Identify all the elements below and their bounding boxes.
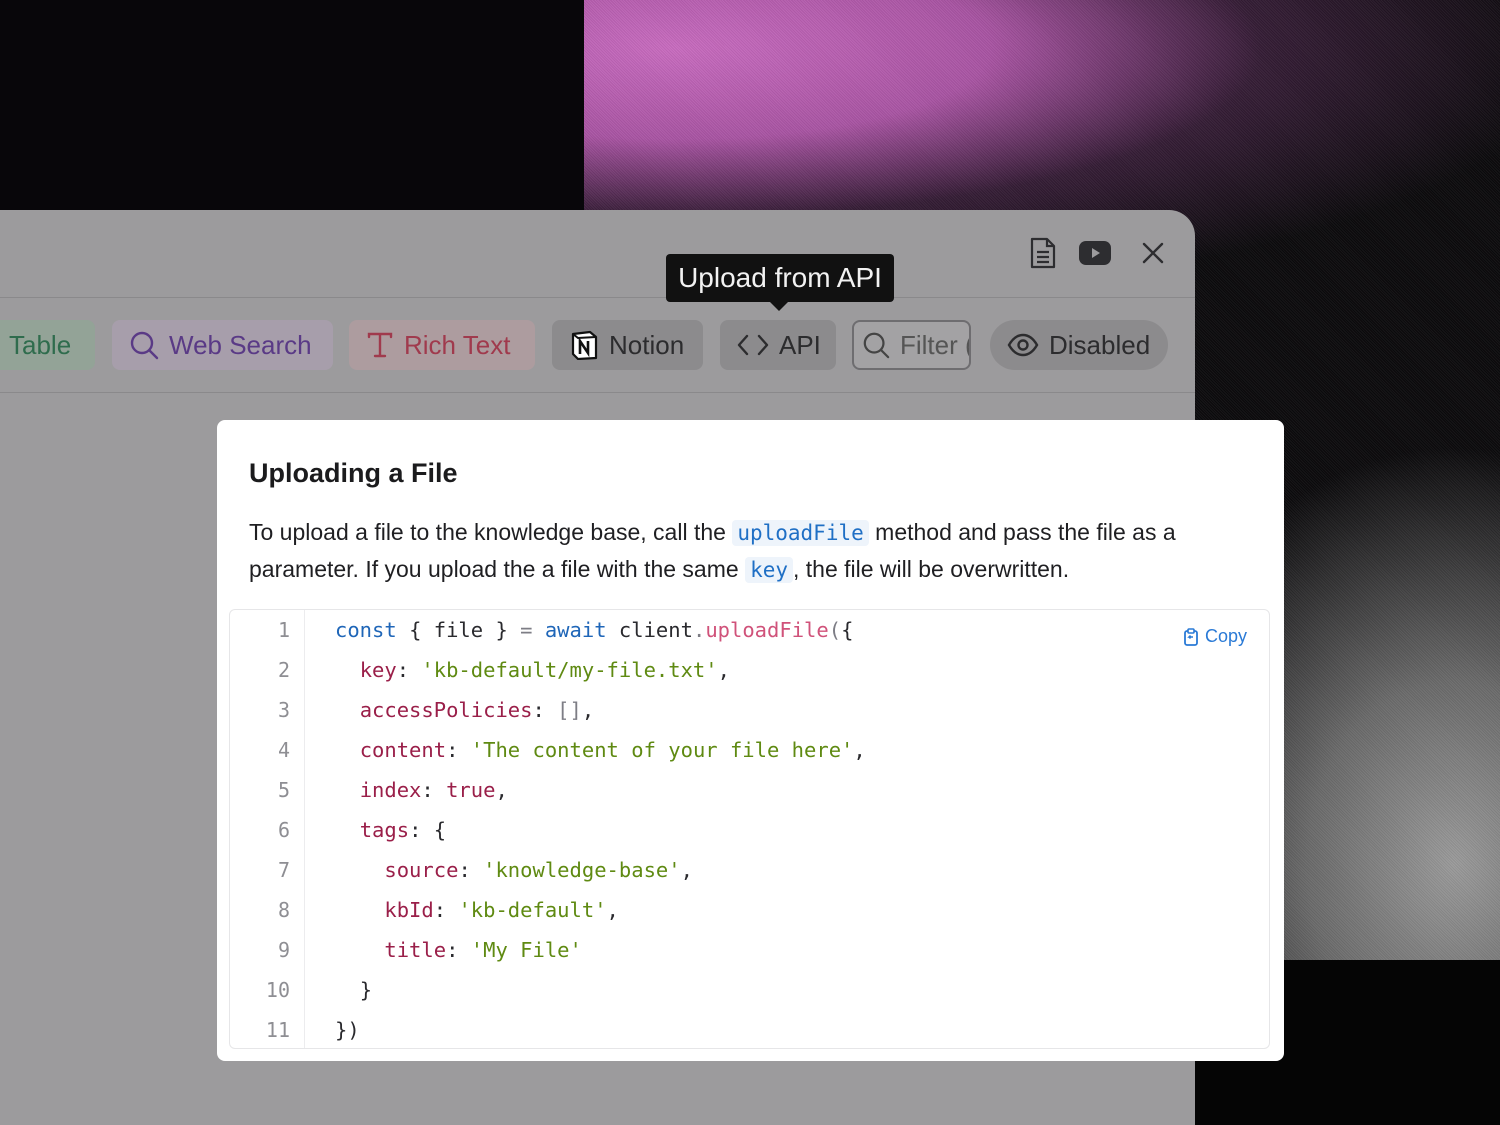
tab-rich-text[interactable]: Rich Text [349,320,535,370]
tab-table[interactable]: Table [0,320,95,370]
eye-icon [1007,333,1039,357]
filter-input[interactable]: Filter ( [852,320,971,370]
filter-label: Filter ( [900,329,971,360]
code-line: }) [335,1018,360,1042]
line-number: 1 [277,618,290,642]
tab-label: Notion [609,329,685,360]
inline-code-key: key [745,557,793,583]
code-line: const { file } = await client.uploadFile… [335,618,854,642]
tab-label: Rich Text [404,329,511,360]
code-line: index: true, [359,778,508,802]
desc-text: , the file will be overwritten. [793,556,1070,582]
tab-api[interactable]: API [720,320,836,370]
tab-label: Web Search [169,329,312,360]
code-line: } [359,978,373,1002]
tab-notion[interactable]: Notion [552,320,703,370]
card-title: Uploading a File [249,458,458,488]
code-line: accessPolicies: [], [359,698,595,722]
notion-icon [571,330,598,360]
tab-label: Disabled [1049,329,1151,360]
line-number: 3 [277,698,290,722]
code-line: key: 'kb-default/my-file.txt', [359,658,730,682]
window-header [0,210,1195,298]
inline-code-uploadfile: uploadFile [732,520,869,546]
youtube-icon[interactable] [1078,236,1112,270]
code-line: source: 'knowledge-base', [384,858,693,882]
line-number: 9 [277,938,290,962]
line-number: 6 [277,818,290,842]
line-number: 8 [277,898,290,922]
tab-web-search[interactable]: Web Search [112,320,333,370]
search-icon [863,332,890,359]
copy-button[interactable]: Copy [1183,626,1247,647]
code-line: tags: { [359,818,447,842]
tabbar-divider [0,392,1195,393]
document-icon[interactable] [1026,236,1060,270]
line-number: 7 [277,858,290,882]
code-line: kbId: 'kb-default', [384,898,619,922]
desc-text: To upload a file to the knowledge base, … [249,519,733,545]
card-description: To upload a file to the knowledge base, … [249,514,1259,588]
copy-label: Copy [1204,626,1247,646]
upload-file-card: Uploading a File To upload a file to the… [217,420,1284,1061]
line-number: 2 [277,658,290,682]
tab-label: API [779,329,821,360]
search-icon [130,331,159,360]
code-line: content: 'The content of your file here'… [359,738,866,762]
code-block: 1 2 3 4 5 6 7 8 9 10 11 const { file } =… [229,609,1270,1049]
code-icon [737,334,769,356]
line-number: 11 [265,1018,290,1042]
tab-label: Table [9,329,72,360]
clipboard-icon [1184,627,1198,646]
tab-disabled[interactable]: Disabled [990,320,1168,370]
line-number: 5 [277,778,290,802]
code-line: title: 'My File' [384,938,582,962]
line-number: 10 [265,978,290,1002]
api-tooltip: Upload from API [666,254,894,311]
source-tabs: Table Web Search Rich Text Notion API Fi… [0,320,1195,370]
text-icon [367,332,393,358]
line-number: 4 [277,738,290,762]
close-icon[interactable] [1136,236,1170,270]
line-number-gutter: 1 2 3 4 5 6 7 8 9 10 11 [230,610,305,1048]
